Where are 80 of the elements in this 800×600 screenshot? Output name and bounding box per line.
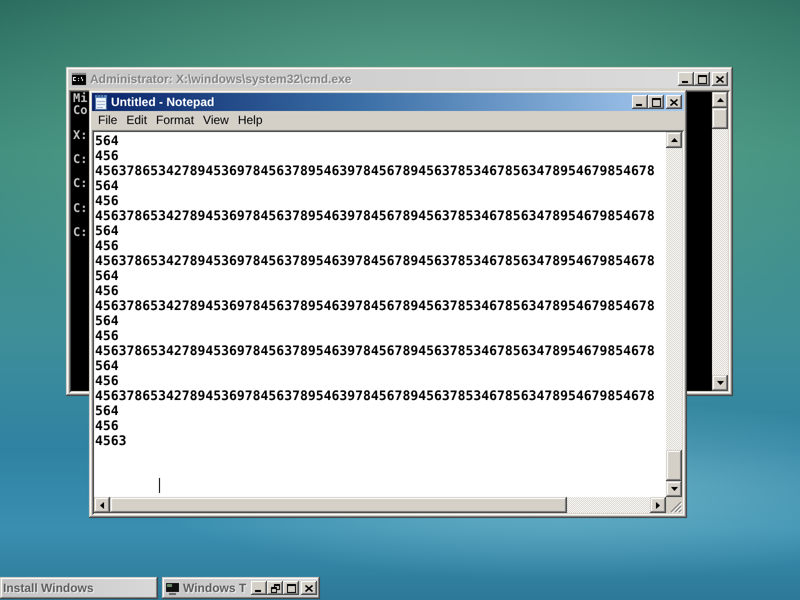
close-button[interactable] — [666, 95, 682, 109]
console-line: Co — [73, 104, 88, 116]
scrollbar-thumb[interactable] — [666, 450, 682, 481]
scrollbar-thumb[interactable] — [110, 497, 567, 513]
up-arrow-icon — [716, 98, 724, 102]
minimize-icon — [682, 81, 688, 83]
down-arrow-icon — [670, 487, 678, 491]
scroll-up-button[interactable] — [712, 92, 728, 108]
restore-button[interactable] — [267, 581, 283, 595]
up-arrow-icon — [670, 138, 678, 142]
minimize-icon — [636, 104, 642, 106]
maximize-icon — [286, 584, 296, 592]
text-line: 456 — [95, 149, 119, 164]
menu-item[interactable]: Format — [152, 112, 200, 129]
console-line: X: — [73, 128, 88, 141]
minimize-button[interactable] — [251, 581, 267, 595]
scrollbar-thumb[interactable] — [712, 108, 728, 129]
notepad-icon — [94, 94, 108, 110]
text-line: 564 — [95, 134, 119, 149]
close-icon — [716, 76, 724, 82]
text-line: 564 — [95, 404, 119, 419]
console-line: C: — [73, 152, 88, 166]
text-line: 45637865342789453697845637895463978456789456378534678563478954679854678 — [95, 164, 655, 179]
scroll-left-button[interactable] — [94, 497, 110, 513]
text-line: 456 — [95, 374, 119, 389]
console-icon — [71, 72, 87, 86]
down-arrow-icon — [716, 381, 724, 385]
maximize-icon — [652, 98, 660, 106]
scroll-down-button[interactable] — [712, 375, 728, 391]
text-line: 564 — [95, 269, 119, 284]
console-line: C: — [73, 202, 88, 214]
text-line: 456 — [95, 419, 119, 434]
close-button[interactable] — [301, 581, 317, 595]
scroll-down-button[interactable] — [666, 481, 682, 497]
scroll-up-button[interactable] — [666, 132, 682, 148]
vertical-scrollbar[interactable] — [712, 92, 728, 391]
vertical-scrollbar[interactable] — [666, 132, 682, 497]
text-line: 564 — [95, 359, 119, 374]
menu-item[interactable]: Help — [234, 112, 268, 129]
console-line: Mi — [73, 92, 88, 104]
window-title: Untitled - Notepad — [111, 95, 216, 109]
text-line: 564 — [95, 314, 119, 329]
maximize-icon — [698, 74, 706, 84]
size-grip-icon — [670, 501, 682, 513]
maximize-button[interactable] — [283, 581, 299, 595]
console-line: C: — [73, 226, 88, 238]
minimize-icon — [255, 590, 261, 592]
text-line: 564 — [95, 224, 119, 239]
text-line: 456 — [95, 194, 119, 209]
menu-item[interactable]: File — [94, 112, 122, 129]
left-arrow-icon — [100, 502, 104, 508]
close-icon — [670, 98, 678, 106]
text-line: 45637865342789453697845637895463978456789456378534678563478954679854678 — [95, 344, 655, 359]
maximize-button[interactable] — [648, 95, 664, 109]
text-line: 45637865342789453697845637895463978456789456378534678563478954679854678 — [95, 209, 655, 224]
text-line: 45637865342789453697845637895463978456789456378534678563478954679854678 — [95, 299, 655, 314]
text-line: 4563 — [95, 434, 127, 449]
minimized-window[interactable]: Install Windows — [0, 577, 158, 599]
minimized-window[interactable]: Windows T — [162, 577, 320, 599]
horizontal-scrollbar[interactable] — [94, 497, 666, 513]
close-icon — [305, 584, 313, 592]
right-arrow-icon — [656, 502, 660, 508]
restore-icon — [270, 584, 280, 592]
text-line: 45637865342789453697845637895463978456789456378534678563478954679854678 — [95, 254, 655, 269]
text-line: 456 — [95, 329, 119, 344]
text-editor[interactable] — [94, 132, 666, 497]
text-line: 564 — [95, 179, 119, 194]
console-line: C: — [73, 177, 88, 190]
minimized-window-title: Install Windows — [3, 581, 95, 595]
text-line: 45637865342789453697845637895463978456789456378534678563478954679854678 — [95, 389, 655, 404]
text-line: 456 — [95, 239, 119, 254]
window-title: Administrator: X:\windows\system32\cmd.exe — [90, 72, 352, 86]
menu-item[interactable]: Edit — [122, 112, 152, 129]
menu-item[interactable]: View — [199, 112, 234, 129]
monitor-icon — [165, 582, 180, 594]
text-cursor-icon — [159, 478, 160, 493]
scroll-right-button[interactable] — [650, 497, 666, 513]
minimized-window-title: Windows T — [183, 581, 248, 595]
text-line: 456 — [95, 284, 119, 299]
minimize-button[interactable] — [632, 95, 648, 109]
